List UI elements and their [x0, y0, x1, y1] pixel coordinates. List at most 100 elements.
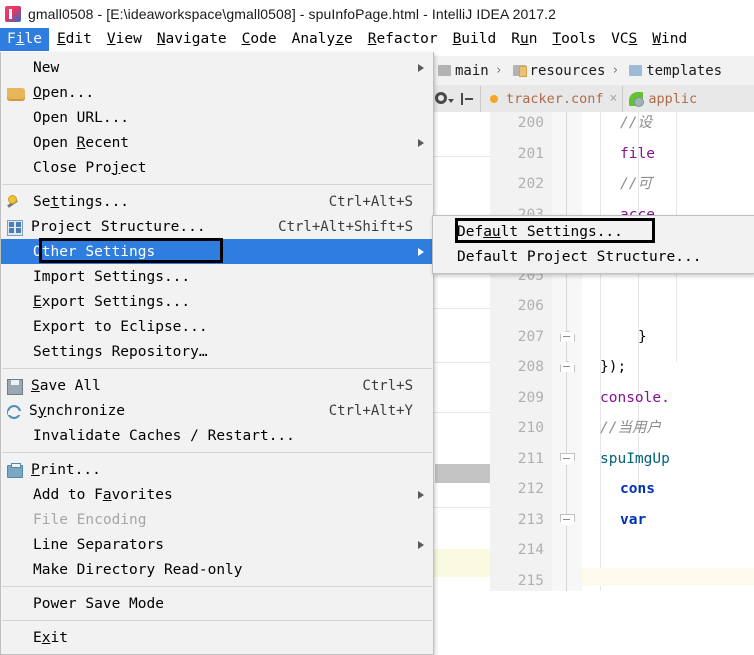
code-fold-marker[interactable]	[560, 361, 575, 372]
code-line: //设	[620, 114, 652, 132]
menu-item-label: Invalidate Caches / Restart...	[33, 427, 295, 444]
file-menu-popup[interactable]: New Open... Open URL... Open Recent Close Pr…	[0, 52, 434, 655]
scrollbar-thumb[interactable]	[435, 464, 490, 483]
menubar-item-vcs[interactable]: VCS	[604, 28, 644, 51]
menu-item-power-save-mode[interactable]: Power Save Mode	[1, 591, 433, 616]
code-token: cons	[620, 481, 655, 497]
submenu-item-default-settings[interactable]: Default Settings...	[433, 218, 754, 244]
code-line: spuImgUp	[600, 450, 670, 468]
code-line: });	[600, 358, 626, 376]
close-icon[interactable]: ×	[610, 91, 618, 106]
window-title: gmall0508 - [E:\ideaworkspace\gmall0508]…	[28, 5, 557, 22]
code-token: //当用户	[600, 420, 661, 436]
menubar-item-view[interactable]: View	[100, 28, 149, 51]
line-number: 201	[517, 145, 544, 162]
menu-item-exit[interactable]: Exit	[1, 625, 433, 650]
code-fold-marker[interactable]	[560, 330, 575, 342]
menu-item-other-settings[interactable]: Other Settings	[1, 238, 433, 264]
code-token: }	[638, 328, 647, 345]
code-line: cons	[620, 480, 655, 498]
editor-fold-column[interactable]	[552, 112, 582, 591]
submenu-arrow-icon	[418, 64, 424, 72]
menu-item-label: Import Settings...	[33, 268, 191, 285]
editor-tab-application[interactable]: applic	[622, 85, 702, 112]
code-token: //可	[620, 176, 652, 192]
menu-item-shortcut: Ctrl+S	[362, 377, 413, 394]
conf-file-icon	[487, 91, 501, 106]
breadcrumb-item-main[interactable]: main	[430, 63, 489, 79]
code-token: var	[620, 511, 647, 528]
menu-item-label: Close Project	[33, 159, 147, 176]
breadcrumb: main › resources › templates	[430, 56, 754, 85]
other-settings-submenu-popup[interactable]: Default Settings... Default Project Struc…	[432, 215, 754, 274]
menu-item-label: Export Settings...	[33, 293, 191, 310]
menu-item-invalidate-caches-restart[interactable]: Invalidate Caches / Restart...	[1, 423, 433, 448]
menu-item-save-all[interactable]: Save All Ctrl+S	[1, 373, 433, 398]
menu-item-print[interactable]: Print...	[1, 457, 433, 482]
breadcrumb-item-label: templates	[646, 62, 723, 79]
code-line: console.	[600, 389, 670, 407]
editor-scrollbar[interactable]	[432, 112, 490, 591]
menubar-item-edit[interactable]: Edit	[50, 28, 99, 51]
menubar-item-refactor[interactable]: Refactor	[361, 28, 445, 51]
submenu-arrow-icon	[418, 139, 424, 147]
menu-item-label: Save All	[31, 377, 101, 394]
menubar-item-build[interactable]: Build	[446, 28, 504, 51]
settings-gear-icon[interactable]	[434, 90, 454, 107]
menu-item-settings[interactable]: Settings... Ctrl+Alt+S	[1, 189, 433, 214]
code-line: file	[620, 145, 655, 163]
menu-item-synchronize[interactable]: Synchronize Ctrl+Alt+Y	[1, 398, 433, 423]
line-number: 209	[517, 389, 544, 406]
menu-item-make-directory-read-only[interactable]: Make Directory Read-only	[1, 557, 433, 582]
menu-separator	[2, 368, 432, 369]
menu-item-label: New	[33, 59, 60, 76]
menu-item-open-url[interactable]: Open URL...	[1, 105, 433, 130]
menu-item-close-project[interactable]: Close Project	[1, 155, 433, 180]
menu-item-project-structure[interactable]: Project Structure... Ctrl+Alt+Shift+S	[1, 214, 433, 239]
menubar-item-analyze[interactable]: Analyze	[285, 28, 360, 51]
line-number: 214	[517, 542, 544, 558]
menubar-item-navigate[interactable]: Navigate	[150, 28, 234, 51]
templates-folder-icon	[629, 65, 643, 76]
menu-item-add-to-favorites[interactable]: Add to Favorites	[1, 482, 433, 507]
save-icon	[7, 378, 23, 395]
menu-item-settings-repository[interactable]: Settings Repository…	[1, 339, 433, 364]
code-fold-marker[interactable]	[560, 513, 575, 527]
code-lines: //设file//可acce}});console.//当用户spuImgUpc…	[582, 112, 754, 591]
menu-item-shortcut: Ctrl+Alt+S	[328, 193, 413, 210]
menu-item-label: Open URL...	[33, 109, 130, 126]
submenu-item-default-project-structure[interactable]: Default Project Structure...	[433, 244, 754, 269]
spring-file-icon	[629, 91, 645, 107]
submenu-arrow-icon	[418, 491, 424, 499]
editor-tab-tracker-conf[interactable]: tracker.conf ×	[480, 85, 622, 112]
menu-item-line-separators[interactable]: Line Separators	[1, 532, 433, 557]
code-token: });	[600, 359, 627, 375]
menu-item-label: Print...	[31, 461, 101, 478]
breadcrumb-item-label: resources	[529, 62, 606, 79]
code-fold-marker[interactable]	[560, 452, 575, 466]
breadcrumb-separator: ›	[494, 63, 503, 78]
menubar-item-wind[interactable]: Wind	[645, 28, 694, 51]
code-line: }	[638, 328, 647, 346]
breadcrumb-item-resources[interactable]: resources	[505, 62, 606, 79]
menu-item-new[interactable]: New	[1, 55, 433, 80]
collapse-all-icon[interactable]	[460, 92, 474, 106]
menubar-item-tools[interactable]: Tools	[545, 28, 603, 51]
menubar-item-run[interactable]: Run	[504, 28, 544, 51]
line-number: 212	[517, 481, 544, 497]
menu-item-export-to-eclipse[interactable]: Export to Eclipse...	[1, 314, 433, 339]
editor-gutter: 2002012022032042052062072082092102112122…	[490, 112, 553, 591]
menu-item-import-settings[interactable]: Import Settings...	[1, 264, 433, 289]
menu-item-export-settings[interactable]: Export Settings...	[1, 289, 433, 314]
submenu-item-label: Default Project Structure...	[457, 248, 702, 265]
code-editor[interactable]: 2002012022032042052062072082092102112122…	[430, 112, 754, 591]
breadcrumb-item-templates[interactable]: templates	[621, 63, 722, 79]
menubar-item-file[interactable]: File	[0, 28, 49, 51]
menu-item-label: Synchronize	[29, 402, 126, 419]
menu-item-label: Power Save Mode	[33, 595, 164, 612]
menu-item-open[interactable]: Open...	[1, 80, 433, 105]
menubar-item-code[interactable]: Code	[235, 28, 284, 51]
menu-item-open-recent[interactable]: Open Recent	[1, 130, 433, 155]
menu-item-label: Make Directory Read-only	[33, 561, 243, 578]
print-icon	[7, 463, 23, 478]
